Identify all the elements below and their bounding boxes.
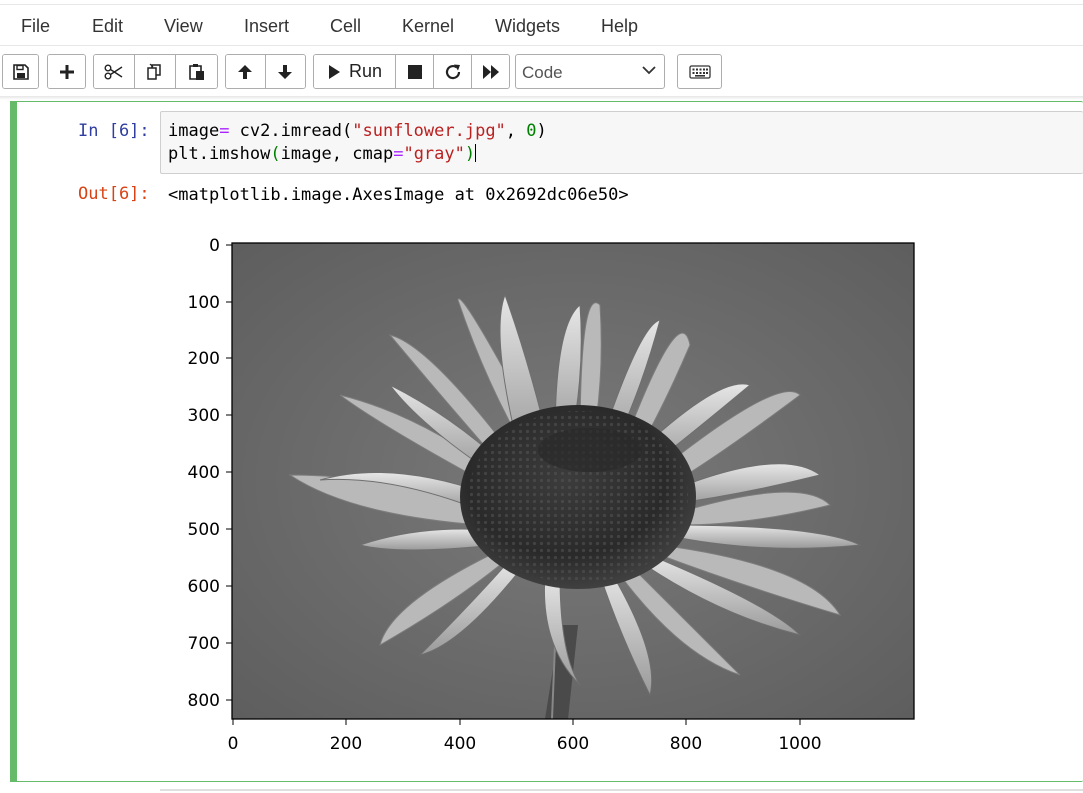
text-cursor [475, 144, 477, 162]
code-token: image [168, 121, 220, 141]
add-cell-button[interactable] [48, 55, 85, 88]
paste-button[interactable] [176, 55, 217, 88]
code-line-2: plt.imshow(image, cmap="gray") [168, 144, 477, 164]
copy-icon [147, 63, 161, 80]
code-editor[interactable]: image= cv2.imread("sunflower.jpg", 0) pl… [160, 111, 1083, 174]
x-tick-label: 400 [444, 734, 476, 754]
fast-forward-icon [482, 64, 499, 79]
stop-icon [407, 64, 422, 79]
save-button[interactable] [3, 55, 38, 88]
menu-help[interactable]: Help [601, 16, 638, 37]
restart-button[interactable] [434, 55, 472, 88]
code-token: "sunflower.jpg" [352, 121, 506, 141]
move-group [225, 54, 306, 89]
y-tick-label: 100 [188, 293, 220, 313]
arrow-down-icon [278, 64, 293, 79]
edit-group [93, 54, 218, 89]
insert-group [47, 54, 86, 89]
code-token: ( [270, 144, 281, 164]
code-token: 0 [526, 121, 537, 141]
y-tick-label: 200 [188, 349, 220, 369]
paste-icon [188, 63, 204, 80]
plus-icon [59, 64, 74, 79]
run-group: Run [313, 54, 510, 89]
run-button[interactable]: Run [314, 55, 396, 88]
cell-type-value: Code [522, 63, 563, 82]
code-token: = [219, 121, 230, 141]
input-prompt: In [6]: [78, 121, 150, 141]
y-tick-label: 500 [188, 520, 220, 540]
menubar: File Edit View Insert Cell Kernel Widget… [0, 4, 1083, 46]
x-tick-label: 1000 [778, 734, 821, 754]
x-tick-label: 200 [330, 734, 362, 754]
menu-file[interactable]: File [21, 16, 50, 37]
y-tick-label: 600 [188, 577, 220, 597]
copy-button[interactable] [135, 55, 176, 88]
menu-insert[interactable]: Insert [244, 16, 289, 37]
y-tick-label: 400 [188, 463, 220, 483]
y-tick-label: 300 [188, 406, 220, 426]
code-token: , [505, 121, 527, 141]
y-tick-label: 800 [188, 691, 220, 711]
y-axis: 0 100 200 300 400 500 600 700 800 [188, 236, 232, 711]
y-tick-label: 0 [209, 236, 220, 256]
arrow-up-icon [238, 64, 253, 79]
toolbar: Run Code [0, 53, 1083, 91]
move-up-button[interactable] [226, 55, 266, 88]
keyboard-icon [688, 64, 711, 79]
run-label: Run [348, 61, 383, 81]
menu-view[interactable]: View [164, 16, 203, 37]
code-token: = [393, 144, 404, 164]
save-icon [12, 63, 29, 80]
code-token: plt.imshow [168, 144, 271, 164]
sunflower-image [232, 243, 914, 719]
save-group [2, 54, 39, 89]
menu-kernel[interactable]: Kernel [402, 16, 454, 37]
x-tick-label: 600 [557, 734, 589, 754]
cell-selection-bar [10, 101, 17, 782]
menu-cell[interactable]: Cell [330, 16, 361, 37]
x-axis: 0 200 400 600 800 1000 [228, 719, 822, 754]
x-tick-label: 800 [670, 734, 702, 754]
code-token: "gray" [403, 144, 465, 164]
code-token: image, cmap [280, 144, 394, 164]
output-text: <matplotlib.image.AxesImage at 0x2692dc0… [168, 185, 629, 205]
chevron-down-icon [642, 66, 656, 75]
move-down-button[interactable] [265, 55, 305, 88]
image-plot: 0 100 200 300 400 500 600 700 800 0 200 … [188, 236, 915, 754]
command-palette-button[interactable] [677, 54, 722, 89]
y-tick-label: 700 [188, 634, 220, 654]
code-token: cv2.imread( [229, 121, 353, 141]
restart-icon [445, 64, 460, 79]
code-token: ) [464, 144, 476, 164]
notebook-divider [0, 96, 1083, 100]
menu-widgets[interactable]: Widgets [495, 16, 560, 37]
run-all-button[interactable] [472, 55, 509, 88]
menu-edit[interactable]: Edit [92, 16, 123, 37]
stop-button[interactable] [396, 55, 434, 88]
scissors-icon [104, 64, 123, 79]
code-line-1: image= cv2.imread("sunflower.jpg", 0) [168, 121, 547, 141]
play-icon [328, 64, 340, 79]
cut-button[interactable] [94, 55, 135, 88]
x-tick-label: 0 [228, 734, 239, 754]
code-token: ) [536, 121, 547, 141]
next-cell-edge [160, 789, 1083, 791]
cell-type-select[interactable]: Code [515, 54, 665, 89]
output-prompt: Out[6]: [78, 184, 150, 204]
